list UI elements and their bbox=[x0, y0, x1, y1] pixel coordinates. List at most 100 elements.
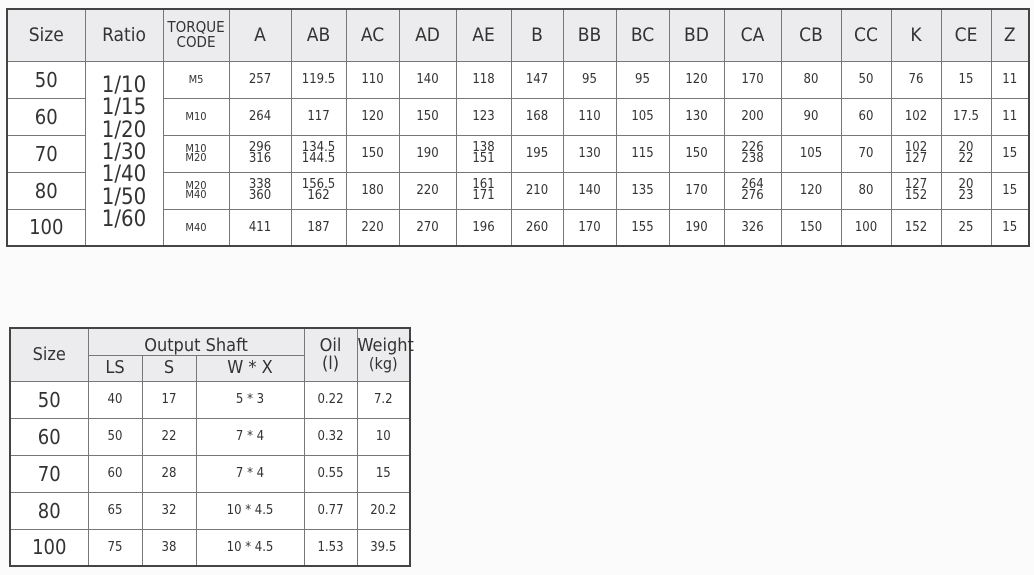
header-ls: LS bbox=[87, 354, 143, 382]
value: 95 bbox=[582, 72, 597, 87]
value-stack: 102 bbox=[905, 110, 927, 123]
value-cell: 20.2 bbox=[356, 491, 411, 530]
value: 105 bbox=[631, 109, 654, 124]
value-stack: 127 152 bbox=[905, 178, 927, 202]
value-cell-ab: 119.5 bbox=[290, 60, 347, 99]
value-cell-bc: 105 bbox=[615, 97, 670, 136]
value: 264 bbox=[248, 109, 272, 124]
value: 105 bbox=[799, 146, 823, 161]
value: 144.5 bbox=[301, 151, 336, 167]
value-stack: 140 bbox=[578, 183, 601, 198]
value-cell-b: 260 bbox=[510, 208, 564, 247]
value-cell-ad: 220 bbox=[398, 171, 457, 210]
value-cell: 10 * 4.5 bbox=[195, 491, 305, 530]
value-stack: 190 bbox=[685, 221, 707, 234]
ratio-value: 1/40 bbox=[101, 162, 147, 188]
value-stack: 95 bbox=[582, 72, 597, 87]
value-cell-ad: 190 bbox=[398, 134, 457, 173]
header-ab: AB bbox=[290, 8, 347, 62]
value-cell-ae: 196 bbox=[455, 208, 512, 247]
value: 270 bbox=[416, 219, 439, 235]
value: 110 bbox=[361, 72, 384, 87]
value: 120 bbox=[685, 72, 708, 87]
value: 220 bbox=[416, 183, 439, 198]
value: 15 bbox=[1002, 146, 1018, 161]
header-oil: Oil (l) bbox=[303, 327, 358, 382]
value: 120 bbox=[361, 109, 384, 124]
value-cell-bb: 140 bbox=[562, 171, 617, 210]
value-cell-b: 168 bbox=[510, 97, 564, 136]
size-cell: 50 bbox=[9, 380, 89, 419]
value-cell-bc: 155 bbox=[615, 208, 670, 247]
value-cell-z: 15 bbox=[990, 134, 1030, 173]
value-cell-cb: 80 bbox=[780, 60, 842, 99]
value-stack: 120 bbox=[685, 72, 708, 87]
value-stack: 102 127 bbox=[905, 141, 927, 165]
value: 150 bbox=[361, 146, 384, 161]
value: 70 bbox=[858, 146, 874, 161]
value-stack: 117 bbox=[307, 110, 329, 123]
value-stack: 15 bbox=[1002, 184, 1017, 197]
header-bd: BD bbox=[668, 8, 725, 62]
value-stack: 20 22 bbox=[958, 141, 974, 167]
value: 120 bbox=[799, 183, 823, 198]
value: 22 bbox=[958, 151, 974, 167]
header-k: K bbox=[890, 8, 942, 62]
value: 15 bbox=[958, 72, 974, 87]
value-cell-a: 338 360 bbox=[228, 171, 292, 210]
value-stack: 80 bbox=[859, 184, 874, 197]
value-cell-ae: 138 151 bbox=[455, 134, 512, 173]
value: 151 bbox=[472, 151, 495, 167]
value: 162 bbox=[307, 188, 330, 204]
value: 195 bbox=[525, 146, 549, 161]
ratio-value: 1/10 bbox=[101, 72, 147, 98]
table-row: 80 65 32 10 * 4.5 0.77 20.2 bbox=[9, 491, 411, 530]
table-row: 60 50 22 7 * 4 0.32 10 bbox=[9, 417, 411, 456]
value-stack: 70 bbox=[858, 146, 874, 161]
value-cell: 65 bbox=[87, 491, 143, 530]
value-cell-a: 411 bbox=[228, 208, 292, 247]
value-cell-bb: 95 bbox=[562, 60, 617, 99]
value-stack: 150 bbox=[361, 146, 384, 161]
value-stack: M10 bbox=[185, 110, 207, 123]
value-stack: 90 bbox=[804, 110, 819, 123]
value: M10 bbox=[185, 110, 207, 123]
header-bb: BB bbox=[562, 8, 617, 62]
table-row: 70 60 28 7 * 4 0.55 15 bbox=[9, 454, 411, 493]
value-stack: 187 bbox=[307, 221, 329, 234]
size-cell: 100 bbox=[9, 528, 89, 567]
value: 130 bbox=[685, 109, 708, 124]
size-cell: 50 bbox=[6, 60, 86, 99]
value: 220 bbox=[361, 219, 384, 235]
value-stack: 155 bbox=[631, 219, 654, 235]
value: M40 bbox=[185, 220, 207, 234]
header-torque-code: TORQUE CODE bbox=[162, 8, 230, 62]
value-stack: 220 bbox=[416, 183, 439, 198]
value-cell-bd: 170 bbox=[668, 171, 725, 210]
value-cell: 39.5 bbox=[356, 528, 411, 567]
value: 11 bbox=[1002, 72, 1018, 87]
value-stack: 200 bbox=[741, 110, 763, 123]
value: 155 bbox=[631, 219, 654, 235]
value-stack: 105 bbox=[799, 146, 823, 161]
value-cell-torque-code: M20 M40 bbox=[162, 171, 230, 210]
value-cell-ad: 270 bbox=[398, 208, 457, 247]
value: 23 bbox=[958, 188, 974, 204]
value-stack: 76 bbox=[908, 72, 924, 87]
value-cell-b: 195 bbox=[510, 134, 564, 173]
value: 15 bbox=[1002, 219, 1018, 235]
value-stack: 110 bbox=[578, 110, 600, 123]
value-stack: 190 bbox=[416, 147, 438, 160]
value-stack: M10 M20 bbox=[185, 143, 206, 163]
value: 196 bbox=[472, 219, 495, 235]
value: 150 bbox=[685, 146, 708, 161]
value-cell: 7 * 4 bbox=[195, 454, 305, 493]
value-stack: 156.5 162 bbox=[302, 178, 335, 204]
value: 76 bbox=[908, 72, 924, 87]
value-cell: 60 bbox=[87, 454, 143, 493]
header-ae: AE bbox=[455, 8, 512, 62]
value: 80 bbox=[803, 72, 819, 87]
value-stack: 100 bbox=[855, 221, 877, 234]
value: 140 bbox=[578, 183, 601, 198]
value-cell-cb: 150 bbox=[780, 208, 842, 247]
